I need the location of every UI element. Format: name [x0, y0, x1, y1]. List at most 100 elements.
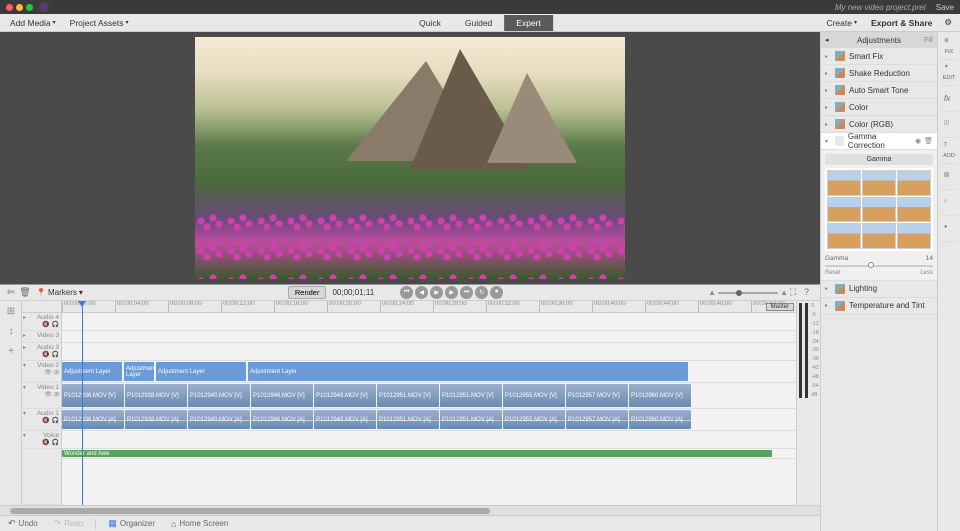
adjustment-color-rgb[interactable]: ▸Color (RGB) — [821, 116, 937, 133]
add-track-icon[interactable]: + — [0, 341, 22, 361]
gamma-less-button[interactable]: Less — [920, 270, 933, 276]
audio-clip[interactable]: P1012938.MOV [A] — [125, 410, 187, 429]
add-media-menu[interactable]: Add Media▾ — [4, 16, 62, 30]
loop-button[interactable]: ↻ — [475, 286, 488, 299]
video-clip[interactable]: P1012938.MOV [V] — [125, 384, 187, 407]
goto-start-button[interactable]: ⏮ — [400, 286, 413, 299]
adjustment-auto-smart-tone[interactable]: ▸Auto Smart Tone — [821, 82, 937, 99]
side-tab-transitions[interactable]: ◫ — [940, 112, 958, 138]
goto-end-button[interactable]: ⏭ — [460, 286, 473, 299]
video-clip[interactable]: P1012949.MOV [V] — [314, 384, 376, 407]
gamma-preset-8[interactable] — [862, 223, 896, 249]
track-select-tool-icon[interactable]: ↕ — [0, 321, 22, 341]
gamma-preset-4[interactable] — [827, 197, 861, 223]
organizer-button[interactable]: ▦Organizer — [104, 517, 159, 530]
audio-clip[interactable]: P1012936.MOV [A] — [62, 410, 124, 429]
gamma-value[interactable]: 14 — [926, 255, 933, 262]
zoom-out-icon[interactable]: ▲ — [708, 288, 716, 297]
audio-clip[interactable]: P1012955.MOV [A] — [503, 410, 565, 429]
minimize-window-button[interactable] — [16, 4, 23, 11]
zoom-slider[interactable] — [718, 292, 778, 294]
side-tab-graphics[interactable]: ▧ — [940, 164, 958, 190]
track-video3[interactable] — [62, 331, 796, 343]
track-header-video1[interactable]: ▾Video 1👁⊞ — [22, 383, 61, 409]
mode-tab-quick[interactable]: Quick — [407, 15, 453, 31]
adjustment-layer-clip[interactable]: Adjustment Layer — [62, 362, 122, 381]
audio-clip[interactable]: P1012960.MOV [A] — [629, 410, 691, 429]
redo-button[interactable]: ↷Redo — [50, 517, 88, 530]
step-back-button[interactable]: ◀ — [415, 286, 428, 299]
track-header-music[interactable] — [22, 449, 61, 505]
track-header-audio3[interactable]: ▸Audio 3🔇🎧 — [22, 343, 61, 361]
gamma-preset-7[interactable] — [827, 223, 861, 249]
audio-clip[interactable]: P1012940.MOV [A] — [188, 410, 250, 429]
mode-tab-guided[interactable]: Guided — [453, 15, 504, 31]
track-music[interactable]: Wonder and Awe — [62, 449, 796, 459]
gamma-preset-6[interactable] — [897, 197, 931, 223]
undo-button[interactable]: ↶Undo — [4, 517, 42, 530]
track-header-video3[interactable]: ▸Video 3 — [22, 331, 61, 343]
close-window-button[interactable] — [6, 4, 13, 11]
adjustment-color[interactable]: ▸Color — [821, 99, 937, 116]
mode-tab-expert[interactable]: Expert — [504, 15, 553, 31]
track-audio4[interactable] — [62, 313, 796, 331]
render-button[interactable]: Render — [288, 286, 327, 299]
preview-frame-image[interactable] — [195, 37, 625, 279]
track-voice[interactable] — [62, 431, 796, 449]
side-tab-music[interactable]: ♪ — [940, 190, 958, 216]
audio-clip[interactable]: P1012949.MOV [A] — [314, 410, 376, 429]
step-forward-button[interactable]: ▶ — [445, 286, 458, 299]
audio-clip[interactable]: P1012946.MOV [A] — [251, 410, 313, 429]
track-audio1[interactable]: P1012936.MOV [A]P1012938.MOV [A]P1012940… — [62, 409, 796, 431]
project-assets-menu[interactable]: Project Assets▾ — [64, 16, 135, 30]
music-clip[interactable]: Wonder and Awe — [62, 450, 772, 457]
video-clip[interactable]: P1012946.MOV [V] — [251, 384, 313, 407]
track-video2[interactable]: Adjustment Layer Adjustment Layer Adjust… — [62, 361, 796, 383]
export-share-button[interactable]: Export & Share — [865, 16, 938, 30]
side-tab-fix[interactable]: ⚙FIX — [940, 34, 958, 60]
fullscreen-icon[interactable]: ⛶ — [790, 287, 802, 299]
markers-dropdown[interactable]: 📍 Markers ▾ — [36, 288, 83, 297]
play-button[interactable]: ▶ — [430, 286, 443, 299]
side-tab-add[interactable]: TADD — [940, 138, 958, 164]
master-badge[interactable]: Master — [766, 303, 794, 311]
video-clip[interactable]: P1012955.MOV [V] — [503, 384, 565, 407]
video-clip[interactable]: P1012960.MOV [V] — [629, 384, 691, 407]
track-header-audio1[interactable]: ▾Audio 1🔇🎧 — [22, 409, 61, 431]
delete-adjustment-icon[interactable]: 🗑 — [924, 137, 933, 145]
playhead[interactable] — [82, 301, 83, 505]
apply-icon[interactable]: ◉ — [915, 137, 921, 145]
track-header-audio4[interactable]: ▸Audio 4🔇🎧 — [22, 313, 61, 331]
track-audio3[interactable] — [62, 343, 796, 361]
audio-clip[interactable]: P1012957.MOV [A] — [566, 410, 628, 429]
track-video1[interactable]: P1012936.MOV [V]P1012938.MOV [V]P1012940… — [62, 383, 796, 409]
side-tab-edit[interactable]: ✦EDIT — [940, 60, 958, 86]
gamma-preset-3[interactable] — [897, 170, 931, 196]
adjustment-layer-clip[interactable]: Adjustment Layer — [248, 362, 688, 381]
side-tab-effects[interactable]: fx — [940, 86, 958, 112]
scissors-tool-icon[interactable]: ✄ — [4, 286, 18, 300]
adjustment-lighting[interactable]: ▸Lighting — [821, 281, 937, 298]
video-clip[interactable]: P1012951.MOV [V] — [440, 384, 502, 407]
gamma-preset-1[interactable] — [827, 170, 861, 196]
adjustment-gamma-correction[interactable]: ▾Gamma Correction◉🗑 — [821, 133, 937, 150]
adjustments-panel-header[interactable]: ◂ Adjustments Fill — [821, 32, 937, 48]
home-screen-button[interactable]: ⌂Home Screen — [167, 518, 232, 530]
help-icon[interactable]: ? — [804, 287, 816, 299]
audio-clip[interactable]: P1012951.MOV [A] — [440, 410, 502, 429]
gamma-slider[interactable] — [825, 265, 933, 267]
video-clip[interactable]: P1012951.MOV [V] — [377, 384, 439, 407]
zoom-in-icon[interactable]: ▲ — [780, 288, 788, 297]
audio-clip[interactable]: P1012951.MOV [A] — [377, 410, 439, 429]
create-menu[interactable]: Create▾ — [820, 16, 863, 30]
settings-gear-icon[interactable]: ⚙ — [940, 15, 956, 30]
gamma-reset-button[interactable]: Reset — [825, 270, 841, 276]
adjustment-smart-fix[interactable]: ▸Smart Fix — [821, 48, 937, 65]
adjustment-layer-clip[interactable]: Adjustment Layer — [124, 362, 154, 381]
track-header-voice[interactable]: ▾Voice🔇🎧 — [22, 431, 61, 449]
gamma-preset-2[interactable] — [862, 170, 896, 196]
save-button[interactable]: Save — [936, 3, 954, 12]
delete-tool-icon[interactable]: 🗑 — [18, 286, 32, 300]
maximize-window-button[interactable] — [26, 4, 33, 11]
snap-tool-icon[interactable]: ⊞ — [0, 301, 22, 321]
